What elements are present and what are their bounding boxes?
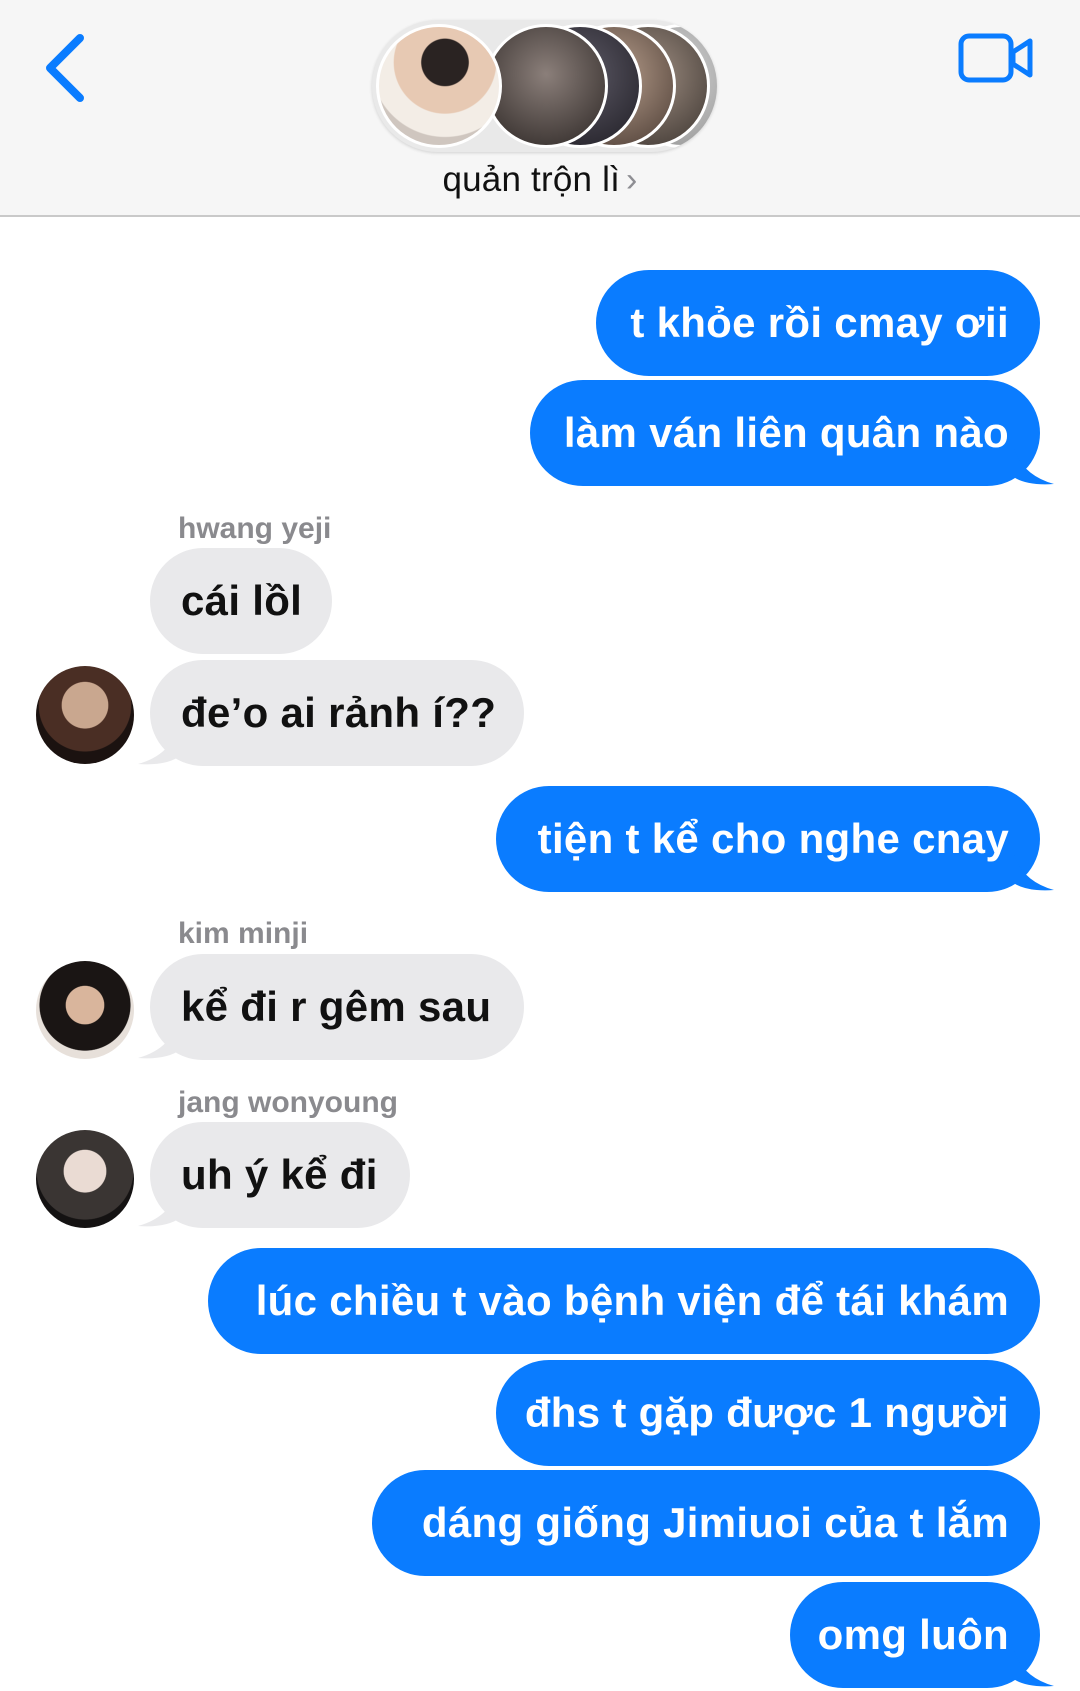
outgoing-message[interactable]: t khỏe rồi cmay ơii (596, 270, 1040, 376)
outgoing-message[interactable]: tiện t kể cho nghe cnay (496, 786, 1040, 892)
avatar-jang-wonyoung[interactable] (36, 1130, 134, 1228)
outgoing-message[interactable]: đhs t gặp được 1 người (496, 1360, 1040, 1466)
message-text: lúc chiều t vào bệnh viện để tái khám (255, 1277, 1009, 1324)
sender-name: hwang yeji (178, 512, 332, 545)
message-text: dáng giống Jimiuoi của t lắm (421, 1499, 1009, 1546)
group-name: quản trộn lì (442, 160, 620, 199)
member-avatar (484, 24, 608, 148)
bubble-tail (1012, 440, 1054, 485)
incoming-message[interactable]: uh ý kể đi (150, 1122, 410, 1228)
message-text: đe’o ai rảnh í?? (181, 689, 497, 736)
chat-header: quản trộn lì › (0, 0, 1080, 217)
bubble-tail (1012, 846, 1054, 891)
message-text: t khỏe rồi cmay ơii (630, 299, 1009, 346)
incoming-message[interactable]: kể đi r gêm sau (150, 954, 524, 1060)
message-text: omg luôn (817, 1611, 1009, 1658)
avatar-hwang-yeji[interactable] (36, 666, 134, 764)
outgoing-message[interactable]: làm ván liên quân nào (530, 380, 1040, 486)
bubble-tail (138, 720, 180, 765)
bubble-tail (138, 1014, 180, 1059)
avatar-kim-minji[interactable] (36, 961, 134, 1059)
message-text: làm ván liên quân nào (563, 409, 1009, 456)
video-camera-icon[interactable] (958, 30, 1034, 86)
incoming-message[interactable]: cái lồl (150, 548, 332, 654)
message-text: đhs t gặp được 1 người (524, 1389, 1009, 1436)
outgoing-message[interactable]: lúc chiều t vào bệnh viện để tái khám (208, 1248, 1040, 1354)
bubble-tail (1012, 1642, 1054, 1687)
incoming-message[interactable]: đe’o ai rảnh í?? (150, 660, 524, 766)
chevron-right-icon: › (626, 161, 638, 199)
sender-name: kim minji (178, 917, 309, 950)
group-title[interactable]: quản trộn lì › (0, 160, 1080, 200)
message-text: tiện t kể cho nghe cnay (537, 815, 1009, 862)
outgoing-message[interactable]: omg luôn (790, 1582, 1040, 1688)
bubble-tail (138, 1182, 180, 1227)
chevron-left-icon[interactable] (40, 32, 96, 104)
message-text: uh ý kể đi (181, 1151, 378, 1198)
sender-name: jang wonyoung (178, 1086, 398, 1119)
message-text: kể đi r gêm sau (181, 983, 492, 1030)
group-avatar-stack[interactable] (372, 20, 717, 152)
outgoing-message[interactable]: dáng giống Jimiuoi của t lắm (372, 1470, 1040, 1576)
member-avatar (376, 24, 502, 148)
message-text: cái lồl (181, 577, 303, 624)
